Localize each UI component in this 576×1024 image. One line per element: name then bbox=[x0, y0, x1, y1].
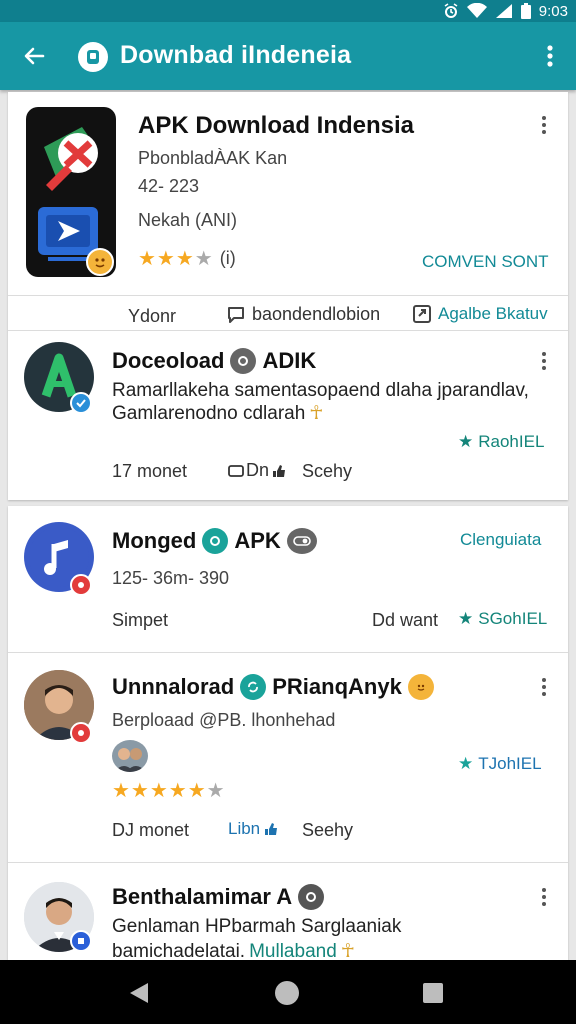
mug-icon: ☥ bbox=[309, 403, 324, 424]
list-item-footer-left: DJ monet bbox=[112, 820, 190, 840]
shield-badge-icon bbox=[70, 930, 92, 952]
star-rating: ★★★★★★ bbox=[112, 780, 226, 802]
list-item-footer-right: Scehy bbox=[302, 461, 353, 481]
alarm-icon bbox=[443, 3, 459, 19]
list-item-desc: Ramarllakeha samentasopaend dlaha jparan… bbox=[112, 380, 529, 401]
app-logo-icon bbox=[78, 42, 108, 72]
back-button[interactable] bbox=[16, 40, 52, 72]
featured-card: APK Download Indensia PbonbladÀAK Kan 42… bbox=[8, 92, 568, 500]
toggle-icon bbox=[286, 528, 317, 554]
overflow-menu-icon bbox=[542, 888, 546, 906]
list-item-desc: Berploaad @PB. lhonhehad bbox=[112, 710, 336, 730]
info-icon bbox=[298, 884, 325, 910]
overflow-menu-icon bbox=[542, 352, 546, 370]
star-icon: ★ bbox=[458, 754, 474, 773]
featured-category: Nekah (ANI) bbox=[138, 210, 238, 230]
thumb-icon bbox=[273, 464, 286, 477]
list-item-footer-left: Simpet bbox=[112, 610, 169, 630]
list-item-meta: 125- 36m- 390 bbox=[112, 568, 230, 588]
list-item-footer-mid[interactable]: Dn bbox=[228, 460, 287, 481]
item-more-button[interactable] bbox=[534, 348, 554, 374]
star-icon: ★ bbox=[458, 609, 474, 628]
thumb-icon bbox=[265, 823, 278, 835]
item-more-button[interactable] bbox=[534, 884, 554, 910]
overflow-menu-button[interactable] bbox=[538, 42, 562, 70]
list-item-footer-mid[interactable]: Libn bbox=[228, 819, 279, 839]
wifi-icon bbox=[466, 3, 487, 19]
featured-title: APK Download Indensia bbox=[138, 112, 415, 139]
rating-count: (i) bbox=[219, 248, 236, 268]
featured-action-link[interactable]: COMVEN SONT bbox=[422, 252, 549, 272]
featured-version: 42- 223 bbox=[138, 176, 200, 196]
info-icon bbox=[230, 348, 257, 374]
tag-icon bbox=[202, 528, 229, 554]
record-badge-icon bbox=[70, 722, 92, 744]
refresh-icon bbox=[240, 674, 267, 700]
status-time: 9:03 bbox=[538, 2, 568, 20]
nav-back-button[interactable] bbox=[124, 978, 154, 1008]
small-avatar-icon bbox=[112, 740, 148, 772]
divider bbox=[8, 330, 568, 331]
list-item-action[interactable]: ★ TJohIEL bbox=[458, 754, 542, 774]
list-item-title: Benthalamimar A bbox=[112, 884, 325, 910]
nav-home-icon bbox=[275, 981, 299, 1005]
nav-recents-icon bbox=[423, 983, 443, 1003]
divider bbox=[8, 295, 568, 296]
list-item-desc: Genlaman HPbarmah Sarglaaniak bbox=[112, 916, 402, 937]
list-item-title: Monged APK bbox=[112, 528, 317, 554]
record-badge-icon bbox=[70, 574, 92, 596]
list-item-footer-right: Seehy bbox=[302, 820, 354, 840]
list-item-action[interactable]: ★ RaohIEL bbox=[458, 432, 544, 452]
divider bbox=[8, 652, 568, 653]
tab-first[interactable]: Ydonr bbox=[128, 306, 176, 327]
signal-icon bbox=[495, 3, 513, 19]
list-card: Monged APK Clenguiata 125- 36m- 390 Simp… bbox=[8, 506, 568, 966]
list-item-footer-mid[interactable]: Dd want bbox=[372, 610, 438, 631]
nav-back-icon bbox=[130, 983, 148, 1003]
item-more-button[interactable] bbox=[534, 674, 554, 700]
list-item-footer-left: 17 monet bbox=[112, 461, 188, 481]
status-icons: 9:03 bbox=[443, 2, 568, 20]
status-bar: 9:03 bbox=[0, 0, 576, 22]
featured-subtitle: PbonbladÀAK Kan bbox=[138, 148, 288, 168]
app-bar: Downbad iIndeneia bbox=[0, 22, 576, 90]
featured-rating: ★★★★ (i) bbox=[138, 246, 236, 271]
emoji-icon bbox=[407, 674, 434, 700]
chat-icon bbox=[228, 306, 244, 323]
overflow-menu-icon bbox=[542, 116, 546, 134]
divider bbox=[8, 862, 568, 863]
battery-icon bbox=[520, 3, 531, 19]
nav-recents-button[interactable] bbox=[418, 978, 448, 1008]
featured-more-button[interactable] bbox=[534, 112, 554, 138]
emoji-badge-icon bbox=[86, 248, 114, 276]
star-icon: ★ bbox=[458, 432, 474, 451]
list-item-link[interactable]: Clenguiata bbox=[460, 530, 541, 550]
tab-second[interactable]: baondendlobion bbox=[226, 304, 380, 325]
list-item-title: Doceoload ADIK bbox=[112, 348, 317, 374]
nav-home-button[interactable] bbox=[272, 978, 302, 1008]
overflow-menu-icon bbox=[547, 45, 553, 67]
overflow-menu-icon bbox=[542, 678, 546, 696]
verified-icon bbox=[70, 392, 92, 414]
share-icon bbox=[413, 305, 431, 323]
app-title: Downbad iIndeneia bbox=[120, 41, 352, 69]
tab-third[interactable]: Agalbe Bkatuv bbox=[412, 304, 548, 324]
list-item-action[interactable]: ★ SGohIEL bbox=[458, 609, 547, 629]
box-icon bbox=[228, 464, 244, 477]
back-arrow-icon bbox=[24, 47, 45, 65]
list-item-title: Unnnalorad PRianqAnyk bbox=[112, 674, 434, 700]
star-rating: ★★★★ bbox=[138, 248, 214, 270]
list-item-desc-2: Gamlarenodno cdlarah ☥ bbox=[112, 402, 324, 425]
system-nav-bar bbox=[0, 960, 576, 1024]
